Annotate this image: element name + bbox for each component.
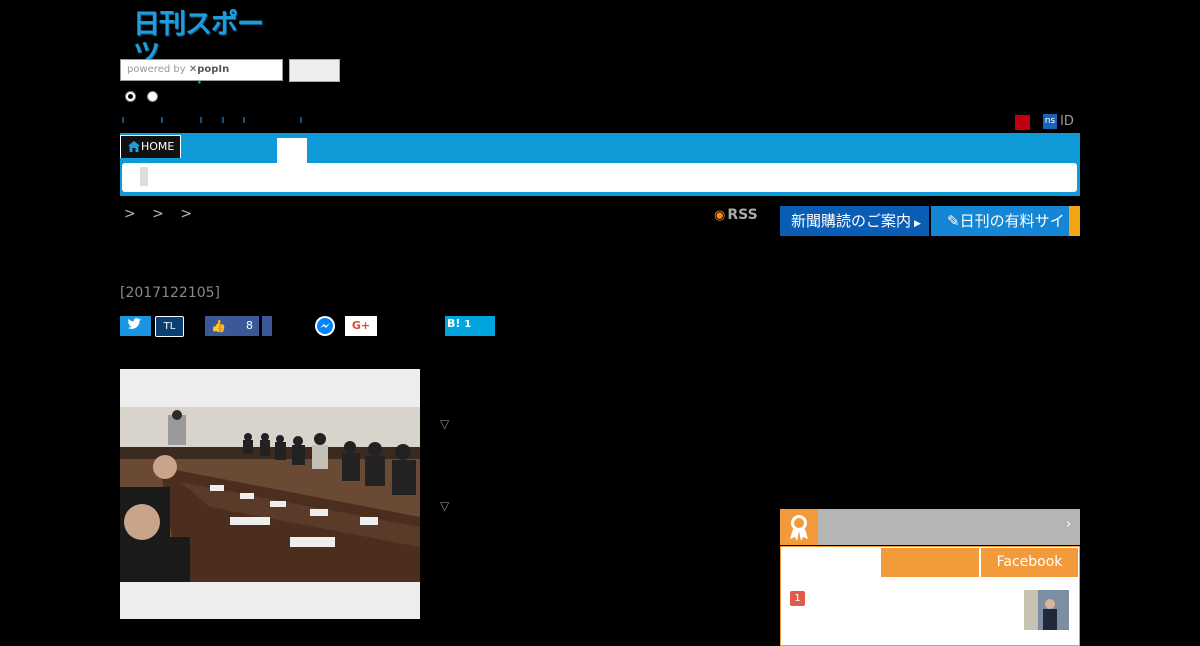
subscribe-banner[interactable]: 新聞購読のご案内 ▶	[780, 206, 929, 236]
home-icon	[128, 141, 140, 152]
twitter-share-button[interactable]	[120, 316, 151, 336]
sub-nav-marker	[140, 167, 148, 186]
google-plus-share-button[interactable]: G+	[345, 316, 377, 336]
top-link[interactable]	[243, 117, 249, 123]
rss-link[interactable]: ◉ RSS	[714, 207, 758, 223]
ranking-header[interactable]	[780, 509, 1080, 545]
ns-id-icon[interactable]: ns	[1043, 114, 1057, 129]
facebook-share-button[interactable]	[262, 316, 272, 336]
login-id-link[interactable]: ID	[1060, 114, 1074, 130]
site-logo[interactable]: 日刊スポーツ nikkansports.com	[133, 10, 288, 85]
paid-site-banner-tip	[1069, 206, 1080, 236]
popin-logo-icon: ✕	[188, 64, 198, 75]
popin-brand: popIn	[197, 64, 230, 75]
nav-tab-active[interactable]	[277, 138, 307, 164]
meeting-room-image	[120, 407, 420, 582]
ranking-tab[interactable]	[881, 548, 979, 577]
paid-site-banner[interactable]: ✎日刊の有料サイト	[931, 206, 1080, 236]
ranking-tab-facebook[interactable]: Facebook	[981, 548, 1078, 577]
thumbs-up-icon: 👍	[211, 319, 226, 333]
top-link[interactable]	[200, 117, 206, 123]
article-date: [2017122105]	[120, 285, 220, 301]
search-scope-radio-site[interactable]	[125, 91, 136, 102]
mail-icon[interactable]	[1015, 115, 1030, 130]
list-marker: ▽	[440, 499, 450, 513]
chevron-right-icon[interactable]: ›	[1066, 517, 1071, 532]
twitter-timeline-button[interactable]: TL	[155, 316, 184, 337]
article-photo[interactable]	[120, 407, 420, 582]
facebook-like-count: 8	[246, 319, 253, 332]
ranking-thumbnail[interactable]	[1024, 590, 1069, 630]
twitter-icon	[127, 318, 141, 329]
hatena-bookmark-button[interactable]: B! 1	[445, 316, 495, 336]
search-scope-radio-web[interactable]	[147, 91, 158, 102]
ranking-number: 1	[790, 591, 805, 606]
top-link[interactable]	[122, 117, 128, 123]
search-button[interactable]	[289, 59, 340, 82]
powered-by-label: powered by	[127, 64, 186, 75]
messenger-share-button[interactable]	[315, 316, 335, 336]
nav-tab-home-label: HOME	[141, 140, 175, 153]
ranking-thumbnail-image	[1024, 590, 1069, 630]
rss-icon: ◉	[714, 208, 726, 223]
messenger-icon	[317, 318, 333, 334]
ranking-badge	[780, 509, 818, 545]
top-link[interactable]	[161, 117, 167, 123]
search-input[interactable]: powered by ✕popIn	[120, 59, 283, 81]
nav-tab-home[interactable]: HOME	[120, 135, 181, 158]
list-marker: ▽	[440, 417, 450, 431]
arrow-right-icon: ▶	[914, 219, 921, 229]
sub-nav-bar[interactable]	[122, 163, 1077, 192]
ranking-medal-icon	[790, 515, 808, 541]
breadcrumb[interactable]: > > >	[124, 206, 198, 222]
pen-icon: ✎	[947, 212, 960, 230]
top-link[interactable]	[300, 117, 306, 123]
top-link[interactable]	[222, 117, 228, 123]
facebook-like-button[interactable]: 👍 8	[205, 316, 259, 336]
